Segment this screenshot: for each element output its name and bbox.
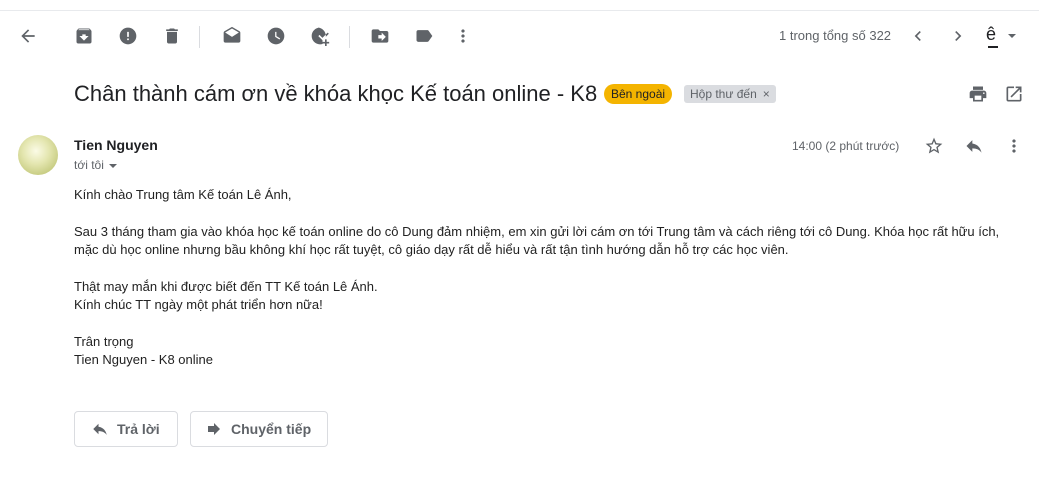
reply-icon (93, 423, 107, 435)
external-label: Bên ngoài (604, 84, 673, 104)
delete-icon[interactable] (156, 20, 188, 52)
inbox-label-text: Hộp thư đến (690, 87, 757, 101)
message-timestamp: 14:00 (2 phút trước) (792, 139, 900, 153)
chevron-down-icon (108, 163, 117, 168)
chevron-right-icon[interactable] (942, 20, 974, 52)
forward-icon (208, 423, 220, 435)
body-paragraph-line: mặc dù học online nhưng bầu không khí họ… (74, 242, 789, 257)
body-paragraph-line: Kính chúc TT ngày một phát triển hơn nữa… (74, 297, 323, 312)
print-icon[interactable] (966, 82, 990, 106)
inbox-label: Hộp thư đến × (684, 85, 776, 103)
input-tools-underline (988, 46, 998, 48)
top-divider (0, 0, 1039, 11)
report-spam-icon[interactable] (112, 20, 144, 52)
open-in-new-window-icon[interactable] (1002, 82, 1026, 106)
forward-button-label: Chuyển tiếp (231, 421, 312, 437)
email-subject: Chân thành cám ơn về khóa khọc Kế toán o… (74, 81, 598, 106)
label-icon[interactable] (408, 20, 440, 52)
back-arrow-icon[interactable] (12, 20, 44, 52)
move-to-icon[interactable] (364, 20, 396, 52)
remove-label-icon[interactable]: × (763, 87, 770, 101)
input-tools-glyph: ê (986, 24, 997, 44)
toolbar-divider (199, 26, 200, 48)
input-tools-icon[interactable]: ê (982, 20, 1022, 52)
mark-unread-icon[interactable] (216, 20, 248, 52)
toolbar-divider (349, 26, 350, 48)
body-paragraph-line: Thật may mắn khi được biết đến TT Kế toá… (74, 279, 378, 294)
chevron-left-icon[interactable] (902, 20, 934, 52)
body-closing: Trân trọng (74, 334, 134, 349)
snooze-icon[interactable] (260, 20, 292, 52)
message-toolbar: 1 trong tổng số 322 ê (0, 14, 1039, 58)
reply-button[interactable]: Trả lời (74, 411, 178, 447)
sender-name[interactable]: Tien Nguyen (74, 137, 158, 153)
pager-count: 1 trong tổng số 322 (779, 28, 892, 43)
archive-icon[interactable] (68, 20, 100, 52)
more-vert-icon[interactable] (1002, 134, 1026, 158)
reply-button-label: Trả lời (117, 421, 160, 437)
recipient-details-toggle[interactable]: tới tôi (74, 158, 117, 172)
body-paragraph-line: Sau 3 tháng tham gia vào khóa học kế toá… (74, 224, 1000, 239)
body-signature: Tien Nguyen - K8 online (74, 352, 213, 367)
add-to-tasks-icon[interactable] (304, 20, 336, 52)
body-greeting: Kính chào Trung tâm Kế toán Lê Ánh, (74, 187, 292, 202)
more-vert-icon[interactable] (447, 20, 479, 52)
star-icon[interactable] (922, 134, 946, 158)
sender-avatar[interactable] (18, 135, 58, 175)
forward-button[interactable]: Chuyển tiếp (190, 411, 328, 447)
dropdown-caret-icon (1008, 34, 1016, 38)
recipient-text: tới tôi (74, 158, 104, 172)
reply-icon[interactable] (962, 134, 986, 158)
email-body: Kính chào Trung tâm Kế toán Lê Ánh, Sau … (74, 186, 1024, 369)
